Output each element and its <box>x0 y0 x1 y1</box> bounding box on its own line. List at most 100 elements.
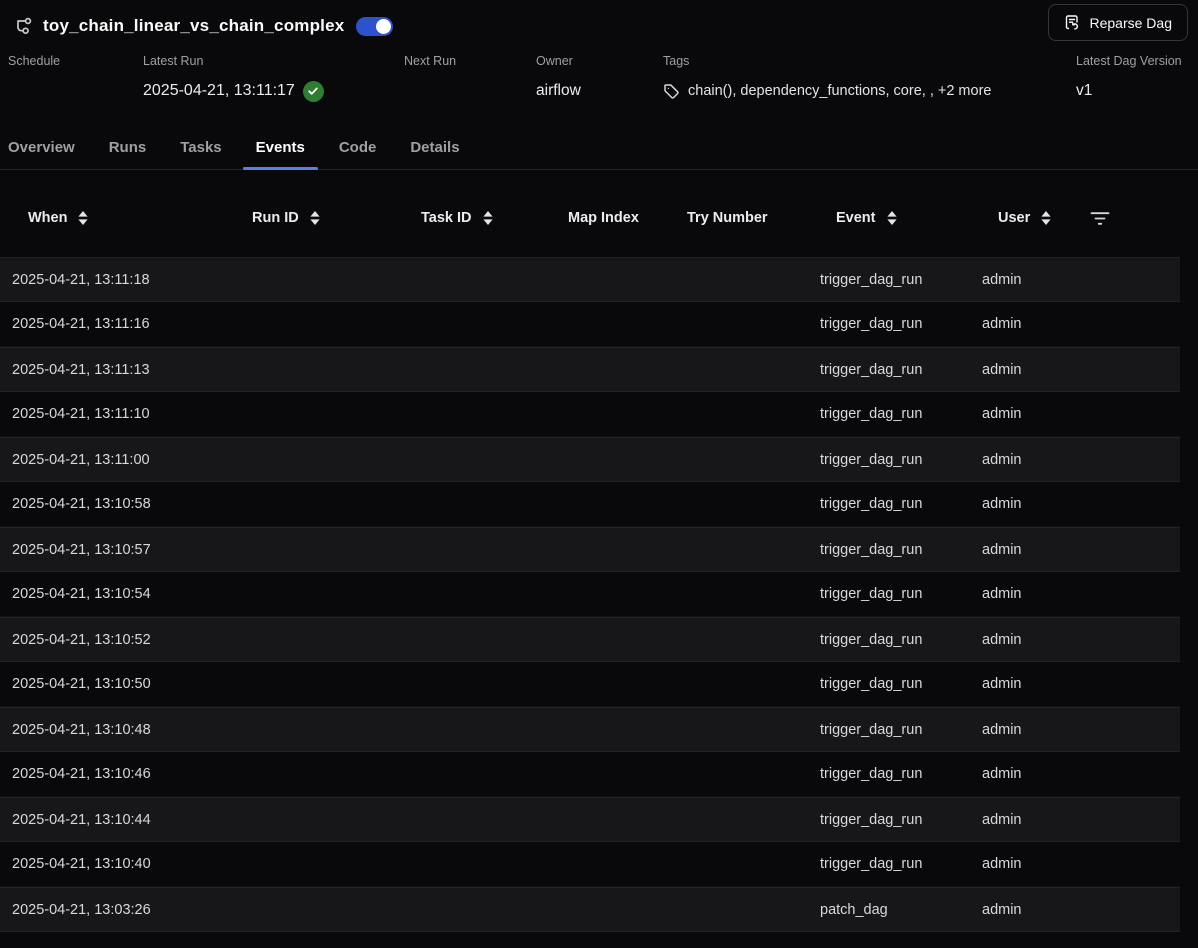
tag-icon <box>663 83 680 100</box>
table-row[interactable]: 2025-04-21, 13:10:58 trigger_dag_run adm… <box>0 482 1180 527</box>
cell-when: 2025-04-21, 13:10:50 <box>0 676 224 692</box>
dag-meta-row: Schedule Latest Run 2025-04-21, 13:11:17… <box>0 46 1198 118</box>
tags-value[interactable]: chain(), dependency_functions, core, , +… <box>688 83 991 99</box>
column-label: Try Number <box>687 210 768 226</box>
cell-user: admin <box>970 316 1080 332</box>
column-header-user[interactable]: User <box>970 210 1080 226</box>
next-run-value <box>404 80 536 102</box>
table-row[interactable]: 2025-04-21, 13:10:40 trigger_dag_run adm… <box>0 842 1180 887</box>
cell-event: trigger_dag_run <box>808 812 970 828</box>
dag-version-value: v1 <box>1076 80 1188 102</box>
filter-button[interactable] <box>1080 211 1180 226</box>
cell-user: admin <box>970 766 1080 782</box>
cell-when: 2025-04-21, 13:11:10 <box>0 406 224 422</box>
table-row[interactable]: 2025-04-21, 13:10:54 trigger_dag_run adm… <box>0 572 1180 617</box>
cell-event: trigger_dag_run <box>808 362 970 378</box>
cell-event: trigger_dag_run <box>808 632 970 648</box>
column-header-map-index: Map Index <box>540 210 659 226</box>
cell-when: 2025-04-21, 13:10:52 <box>0 632 224 648</box>
cell-event: trigger_dag_run <box>808 272 970 288</box>
table-row[interactable]: 2025-04-21, 13:11:16 trigger_dag_run adm… <box>0 302 1180 347</box>
latest-run-label: Latest Run <box>143 54 404 68</box>
cell-event: trigger_dag_run <box>808 676 970 692</box>
tab-overview[interactable]: Overview <box>0 125 88 169</box>
cell-event: trigger_dag_run <box>808 722 970 738</box>
table-row[interactable]: 2025-04-21, 13:10:57 trigger_dag_run adm… <box>0 527 1180 572</box>
table-row[interactable]: 2025-04-21, 13:10:50 trigger_dag_run adm… <box>0 662 1180 707</box>
dag-tabs: Overview Runs Tasks Events Code Details <box>0 125 1198 170</box>
tab-tasks[interactable]: Tasks <box>167 125 234 169</box>
dag-enabled-toggle[interactable] <box>356 17 393 36</box>
column-label: Run ID <box>252 210 299 226</box>
meta-tags: Tags chain(), dependency_functions, core… <box>663 54 1076 102</box>
cell-event: trigger_dag_run <box>808 586 970 602</box>
meta-dag-version: Latest Dag Version v1 <box>1076 54 1188 102</box>
cell-when: 2025-04-21, 13:10:54 <box>0 586 224 602</box>
reparse-dag-button[interactable]: Reparse Dag <box>1048 4 1189 41</box>
cell-when: 2025-04-21, 13:03:26 <box>0 902 224 918</box>
cell-user: admin <box>970 406 1080 422</box>
cell-user: admin <box>970 362 1080 378</box>
latest-run-value[interactable]: 2025-04-21, 13:11:17 <box>143 82 295 100</box>
tab-code[interactable]: Code <box>326 125 390 169</box>
table-row[interactable]: 2025-04-21, 13:11:00 trigger_dag_run adm… <box>0 437 1180 482</box>
cell-when: 2025-04-21, 13:11:00 <box>0 452 224 468</box>
cell-user: admin <box>970 676 1080 692</box>
events-table-body: 2025-04-21, 13:11:18 trigger_dag_run adm… <box>0 257 1198 932</box>
sort-icon <box>482 210 494 226</box>
reparse-dag-label: Reparse Dag <box>1090 15 1173 31</box>
sort-icon <box>77 210 89 226</box>
cell-when: 2025-04-21, 13:11:13 <box>0 362 224 378</box>
cell-event: trigger_dag_run <box>808 316 970 332</box>
dag-version-label: Latest Dag Version <box>1076 54 1188 68</box>
meta-owner: Owner airflow <box>536 54 663 102</box>
cell-event: trigger_dag_run <box>808 766 970 782</box>
success-check-icon <box>303 81 324 102</box>
column-label: When <box>28 210 67 226</box>
dag-icon <box>12 16 33 37</box>
cell-when: 2025-04-21, 13:10:58 <box>0 496 224 512</box>
tab-events[interactable]: Events <box>243 125 318 169</box>
meta-latest-run: Latest Run 2025-04-21, 13:11:17 <box>143 54 404 102</box>
table-row[interactable]: 2025-04-21, 13:10:52 trigger_dag_run adm… <box>0 617 1180 662</box>
table-row[interactable]: 2025-04-21, 13:10:48 trigger_dag_run adm… <box>0 707 1180 752</box>
cell-when: 2025-04-21, 13:10:44 <box>0 812 224 828</box>
cell-when: 2025-04-21, 13:11:18 <box>0 272 224 288</box>
sort-icon <box>309 210 321 226</box>
cell-event: trigger_dag_run <box>808 856 970 872</box>
cell-user: admin <box>970 452 1080 468</box>
schedule-label: Schedule <box>8 54 143 68</box>
meta-schedule: Schedule <box>8 54 143 102</box>
owner-value: airflow <box>536 80 663 102</box>
column-header-event[interactable]: Event <box>808 210 970 226</box>
dag-title: toy_chain_linear_vs_chain_complex <box>43 16 344 36</box>
column-header-run-id[interactable]: Run ID <box>224 210 393 226</box>
cell-user: admin <box>970 632 1080 648</box>
cell-user: admin <box>970 722 1080 738</box>
filter-icon <box>1090 211 1110 226</box>
table-row[interactable]: 2025-04-21, 13:03:26 patch_dag admin <box>0 887 1180 932</box>
dag-header-bar: toy_chain_linear_vs_chain_complex Repars… <box>0 0 1198 46</box>
schedule-value <box>8 80 143 102</box>
cell-event: trigger_dag_run <box>808 406 970 422</box>
column-header-when[interactable]: When <box>0 210 224 226</box>
cell-user: admin <box>970 272 1080 288</box>
cell-when: 2025-04-21, 13:10:57 <box>0 542 224 558</box>
meta-next-run: Next Run <box>404 54 536 102</box>
table-row[interactable]: 2025-04-21, 13:11:10 trigger_dag_run adm… <box>0 392 1180 437</box>
cell-event: patch_dag <box>808 902 970 918</box>
cell-event: trigger_dag_run <box>808 542 970 558</box>
table-row[interactable]: 2025-04-21, 13:10:46 trigger_dag_run adm… <box>0 752 1180 797</box>
tab-runs[interactable]: Runs <box>96 125 160 169</box>
table-row[interactable]: 2025-04-21, 13:11:13 trigger_dag_run adm… <box>0 347 1180 392</box>
tags-label: Tags <box>663 54 1076 68</box>
cell-event: trigger_dag_run <box>808 452 970 468</box>
table-row[interactable]: 2025-04-21, 13:11:18 trigger_dag_run adm… <box>0 257 1180 302</box>
reparse-dag-icon <box>1064 14 1081 31</box>
tab-details[interactable]: Details <box>397 125 472 169</box>
column-header-task-id[interactable]: Task ID <box>393 210 540 226</box>
table-row[interactable]: 2025-04-21, 13:10:44 trigger_dag_run adm… <box>0 797 1180 842</box>
dag-details-page: toy_chain_linear_vs_chain_complex Repars… <box>0 0 1198 948</box>
events-table: When Run ID Task ID <box>0 170 1198 932</box>
cell-user: admin <box>970 496 1080 512</box>
